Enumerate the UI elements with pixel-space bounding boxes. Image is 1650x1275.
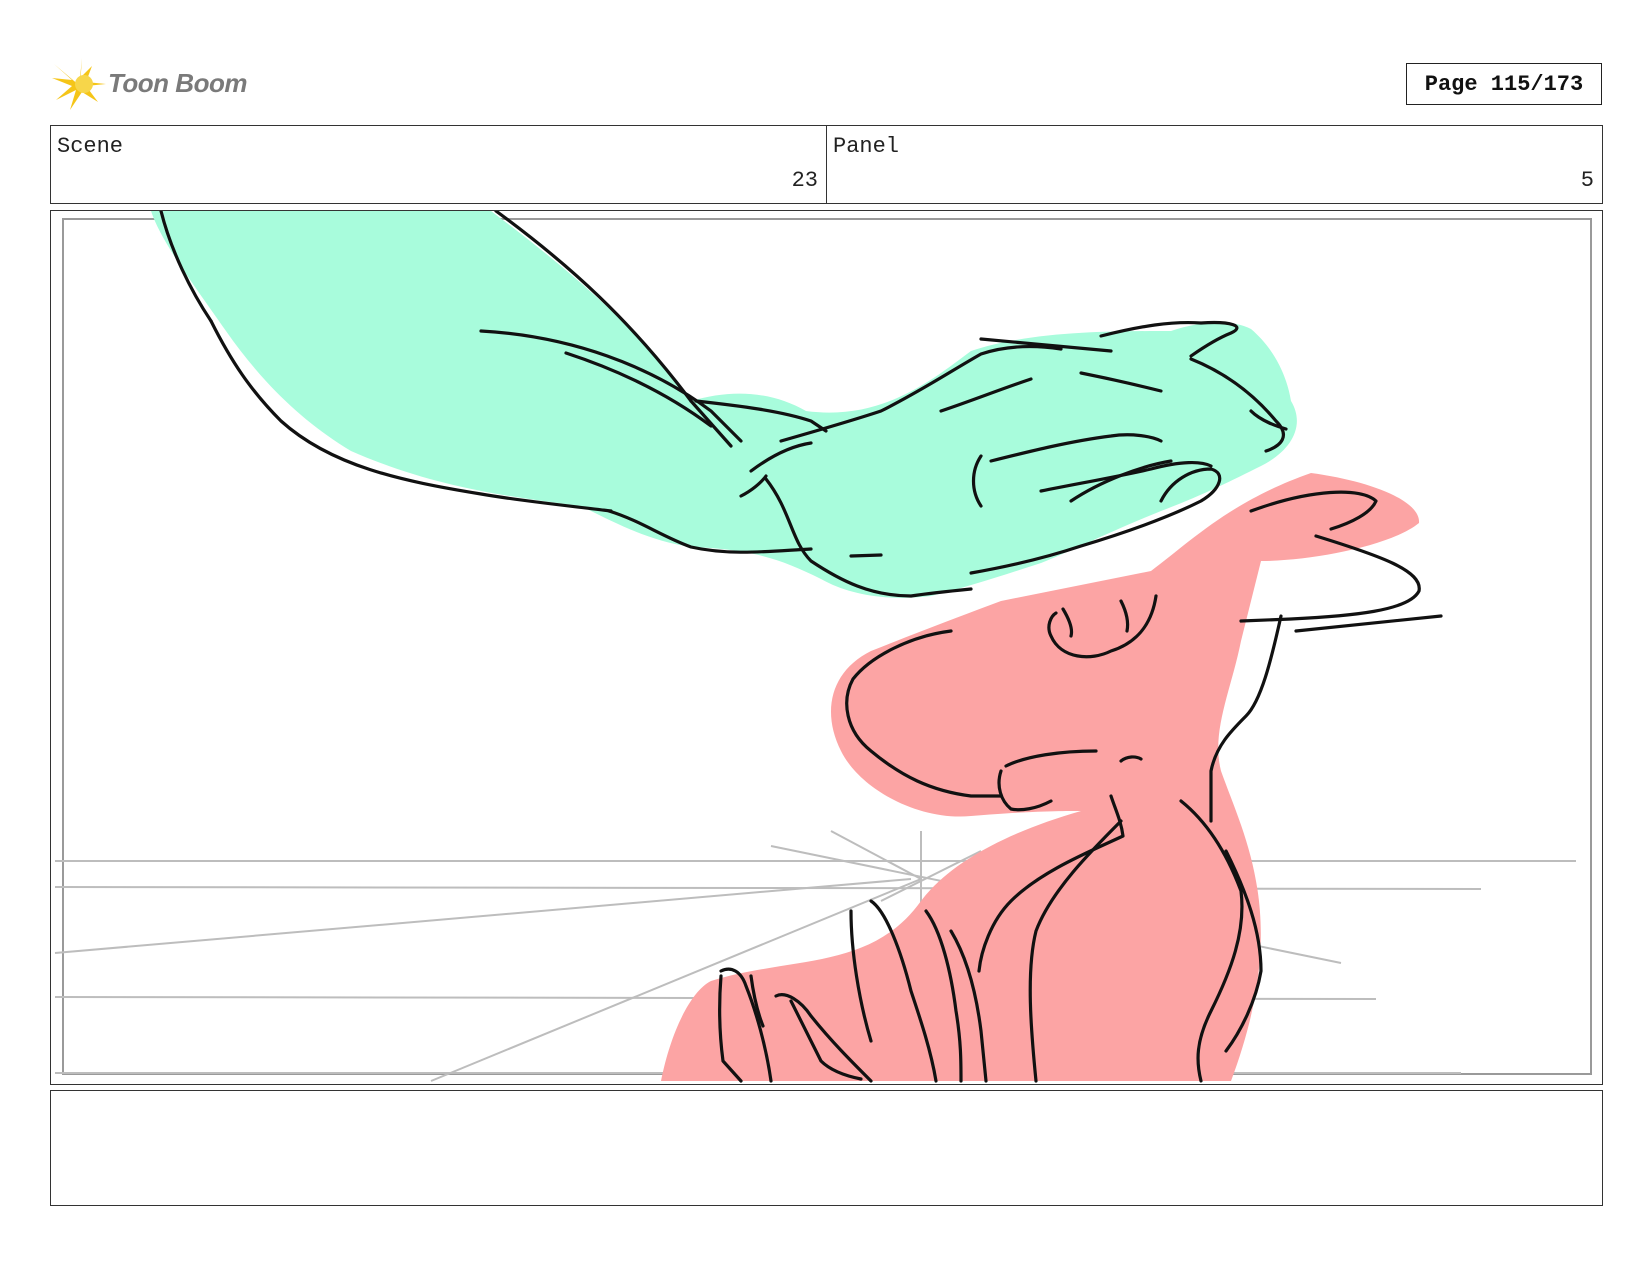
toon-boom-logo: Toon Boom — [52, 56, 262, 112]
logo-wordmark: Toon Boom — [108, 68, 247, 98]
panel-number: 5 — [1580, 168, 1594, 193]
starburst-icon — [52, 58, 106, 110]
caption-box — [50, 1090, 1603, 1206]
storyboard-drawing — [54, 211, 1592, 1083]
pink-character — [661, 473, 1443, 1083]
scene-number: 23 — [791, 168, 818, 193]
scene-panel-header: Scene 23 Panel 5 — [50, 125, 1603, 204]
panel-cell: Panel 5 — [826, 126, 1602, 203]
storyboard-panel — [50, 210, 1603, 1085]
panel-label: Panel — [833, 134, 900, 159]
scene-cell: Scene 23 — [51, 126, 826, 203]
green-hand — [151, 211, 1297, 598]
page-number: Page 115/173 — [1406, 63, 1602, 105]
scene-label: Scene — [57, 134, 124, 159]
